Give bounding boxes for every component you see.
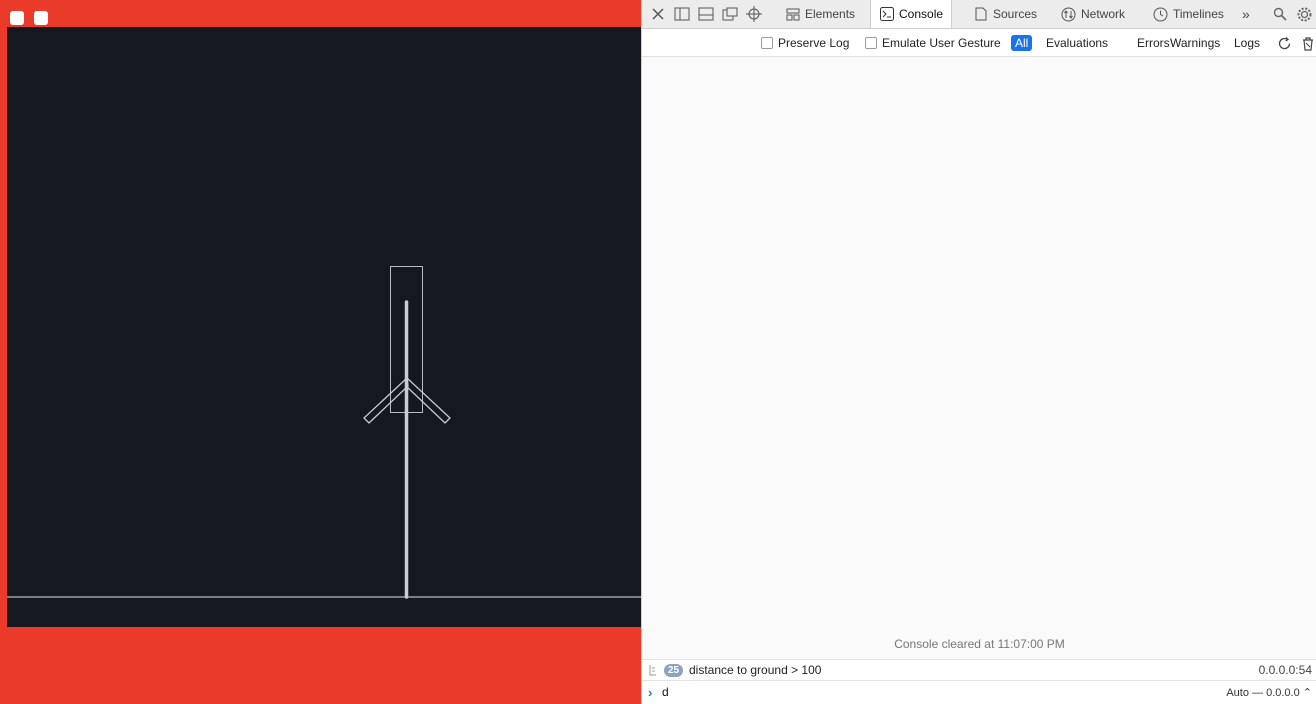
prompt-chevron-icon: › (648, 685, 653, 700)
checkbox-label: Preserve Log (778, 36, 850, 50)
detach-window-icon[interactable] (722, 6, 738, 22)
inspect-element-icon[interactable] (746, 6, 762, 22)
game-window (0, 0, 641, 704)
console-input[interactable] (662, 684, 1142, 700)
rocket-leg-right (405, 376, 451, 424)
console-message-source-link[interactable]: 0.0.0.0:54 (1259, 663, 1312, 677)
repeat-count-badge: 25 (664, 664, 684, 677)
tab-label: Console (899, 7, 944, 21)
timelines-icon (1153, 7, 1168, 22)
tab-timelines[interactable]: Timelines (1145, 0, 1232, 28)
rocket-leg-left (363, 376, 409, 424)
checkbox-box (761, 37, 773, 49)
filter-all-button[interactable]: All (1011, 35, 1033, 51)
close-icon[interactable] (650, 6, 666, 22)
preserve-log-checkbox[interactable]: Preserve Log (761, 36, 849, 50)
console-cleared-message: Console cleared at 11:07:00 PM (894, 637, 1065, 651)
tab-console[interactable]: Console (870, 0, 953, 28)
dock-left-icon[interactable] (674, 6, 690, 22)
filter-logs-button[interactable]: Logs (1230, 35, 1264, 51)
dock-bottom-icon[interactable] (698, 6, 714, 22)
gear-icon[interactable] (1296, 6, 1312, 22)
console-message-text: distance to ground > 100 (689, 663, 822, 677)
game-canvas[interactable] (7, 27, 641, 627)
web-inspector: Elements Console Sources Network Timelin… (641, 0, 1316, 704)
tab-sources[interactable]: Sources (965, 0, 1045, 28)
search-icon[interactable] (1272, 6, 1288, 22)
checkbox-box (865, 37, 877, 49)
tab-label: Timelines (1173, 7, 1224, 21)
console-filter-bar: Preserve Log Emulate User Gesture All Ev… (642, 29, 1316, 57)
tab-label: Sources (993, 7, 1038, 21)
emulate-user-gesture-checkbox[interactable]: Emulate User Gesture (865, 36, 1001, 50)
elements-icon (785, 7, 800, 22)
console-icon (879, 7, 894, 22)
scene-drawing (7, 266, 641, 599)
chevron-double-right-icon: » (1242, 6, 1250, 22)
execution-context-select[interactable]: Auto — 0.0.0.0 ⌃ (1226, 686, 1312, 699)
trash-icon[interactable] (1300, 35, 1316, 51)
filter-evaluations-button[interactable]: Evaluations (1042, 35, 1112, 51)
checkbox-label: Emulate User Gesture (882, 36, 1001, 50)
tab-elements[interactable]: Elements (777, 0, 863, 28)
reload-icon[interactable] (1276, 35, 1292, 51)
sources-icon (973, 7, 988, 22)
window-button-right[interactable] (34, 11, 48, 25)
tab-network[interactable]: Network (1053, 0, 1133, 28)
log-level-icon (649, 664, 657, 676)
window-button-left[interactable] (10, 11, 24, 25)
tab-label: Network (1081, 7, 1126, 21)
console-prompt: › Auto — 0.0.0.0 ⌃ (642, 681, 1316, 704)
tab-label: Elements (805, 7, 856, 21)
network-icon (1061, 7, 1076, 22)
more-tabs-button[interactable]: » (1236, 0, 1256, 28)
inspector-tab-bar: Elements Console Sources Network Timelin… (642, 0, 1316, 29)
console-message-row[interactable]: 25 distance to ground > 100 0.0.0.0:54 (642, 659, 1316, 681)
filter-warnings-button[interactable]: Warnings (1166, 35, 1224, 51)
